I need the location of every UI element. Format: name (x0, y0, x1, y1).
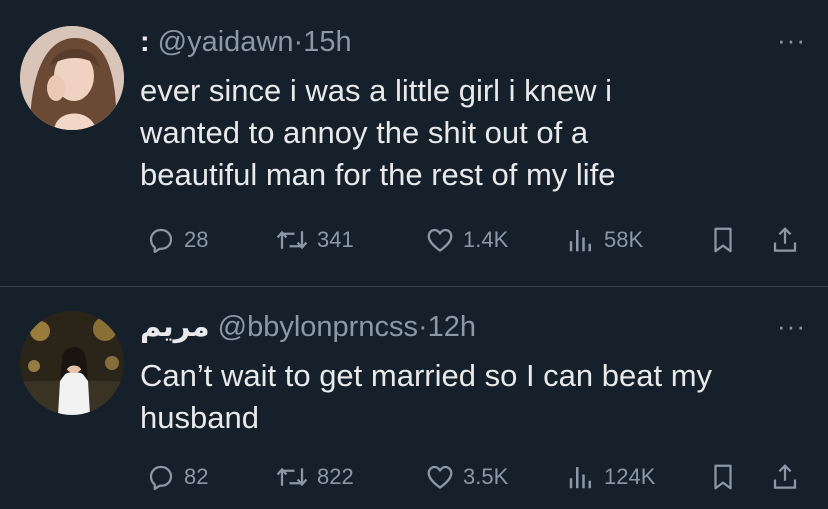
heart-icon (427, 465, 453, 489)
views-count: 124K (604, 464, 656, 489)
tweet[interactable]: مريم @bbylonprncss·12h ··· Can’t wait to … (0, 287, 828, 509)
views-button[interactable]: 58K (566, 222, 643, 258)
display-name[interactable]: مريم (140, 311, 210, 343)
tweet-text: ever since i was a little girl i knew i … (140, 73, 616, 192)
bookmark-button[interactable] (708, 459, 738, 495)
timestamp[interactable]: 12h (428, 311, 476, 343)
share-upload-icon (773, 227, 797, 252)
views-button[interactable]: 124K (566, 459, 655, 495)
bookmark-icon (714, 464, 732, 490)
like-button[interactable]: 1.4K (425, 222, 508, 258)
tweet-header: : @yaidawn·15h (140, 24, 352, 60)
like-count: 3.5K (463, 464, 509, 489)
avatar-photo (20, 26, 124, 130)
separator-dot: · (417, 311, 428, 343)
avatar[interactable] (20, 311, 124, 415)
user-handle[interactable]: @bbylonprncss (218, 311, 418, 343)
action-bar: 28 341 1.4K 58K (140, 222, 812, 258)
bookmark-button[interactable] (708, 222, 738, 258)
tweet-text: Can’t wait to get married so I can beat … (140, 358, 713, 435)
bookmark-icon (714, 227, 732, 253)
like-count: 1.4K (463, 227, 509, 252)
views-count: 58K (604, 227, 644, 252)
more-options-icon[interactable]: ··· (777, 27, 806, 53)
reply-button[interactable]: 82 (146, 459, 208, 495)
tweet-header: مريم @bbylonprncss·12h (140, 309, 476, 345)
repost-count: 822 (317, 464, 354, 489)
heart-icon (427, 228, 453, 252)
avatar[interactable] (20, 26, 124, 130)
like-button[interactable]: 3.5K (425, 459, 508, 495)
repost-arrows-icon (276, 230, 308, 250)
reply-bubble-icon (149, 228, 173, 253)
repost-button[interactable]: 341 (275, 222, 354, 258)
tweet[interactable]: : @yaidawn·15h ··· ever since i was a lit… (0, 0, 828, 286)
action-bar: 82 822 3.5K 124K (140, 459, 812, 495)
share-button[interactable] (770, 459, 800, 495)
repost-button[interactable]: 822 (275, 459, 354, 495)
reply-bubble-icon (149, 465, 173, 490)
reply-count: 28 (184, 227, 209, 252)
views-bar-chart-icon (569, 230, 591, 252)
separator-dot: · (293, 26, 304, 58)
repost-count: 341 (317, 227, 354, 252)
more-options-icon[interactable]: ··· (777, 313, 806, 339)
reply-count: 82 (184, 464, 209, 489)
share-upload-icon (773, 464, 797, 489)
timestamp[interactable]: 15h (303, 26, 351, 58)
display-name[interactable]: : (140, 26, 150, 58)
reply-button[interactable]: 28 (146, 222, 208, 258)
user-handle[interactable]: @yaidawn (158, 26, 294, 58)
repost-arrows-icon (276, 467, 308, 487)
views-bar-chart-icon (569, 467, 591, 489)
share-button[interactable] (770, 222, 800, 258)
avatar-photo (20, 311, 124, 415)
